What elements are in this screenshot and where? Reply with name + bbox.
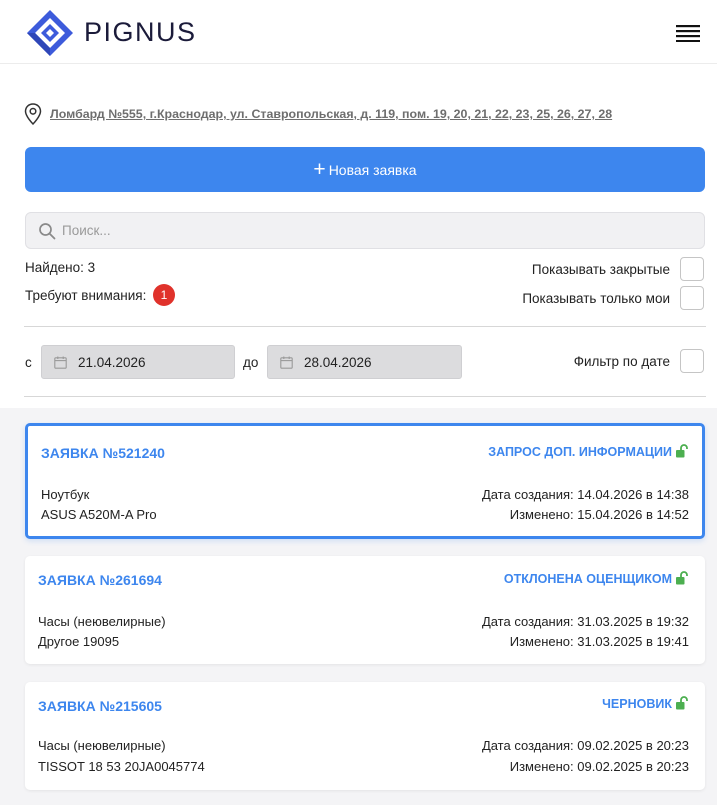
- request-category: Часы (неювелирные): [38, 614, 166, 629]
- attention-badge: 1: [153, 284, 175, 306]
- request-item: ASUS A520M-A Pro: [41, 507, 157, 522]
- search-input[interactable]: [62, 213, 682, 248]
- request-modified: Изменено: 15.04.2026 в 14:52: [509, 507, 689, 522]
- request-created: Дата создания: 31.03.2025 в 19:32: [481, 614, 689, 629]
- date-from-input[interactable]: 21.04.2026: [41, 345, 235, 379]
- show-closed-label: Показывать закрытые: [531, 262, 670, 277]
- request-created: Дата создания: 09.02.2025 в 20:23: [481, 738, 689, 753]
- date-filter-label: Фильтр по дате: [573, 354, 670, 369]
- map-pin-icon: [24, 103, 42, 125]
- pawnshop-address: Ломбард №555, г.Краснодар, ул. Ставропол…: [24, 103, 694, 127]
- plus-icon: +: [313, 158, 326, 181]
- request-card[interactable]: ЗАЯВКА №521240 ЗАПРОС ДОП. ИНФОРМАЦИИ Но…: [25, 423, 705, 539]
- request-status: ЧЕРНОВИК: [602, 696, 689, 711]
- request-card[interactable]: ЗАЯВКА №261694 ОТКЛОНЕНА ОЦЕНЩИКОМ Часы …: [25, 556, 705, 664]
- request-status: ОТКЛОНЕНА ОЦЕНЩИКОМ: [504, 571, 689, 586]
- request-item: TISSOT 18 53 20JA0045774: [38, 759, 205, 774]
- date-from-label: с: [25, 355, 32, 370]
- request-number: ЗАЯВКА №261694: [38, 572, 162, 588]
- brand-name: PIGNUS: [84, 17, 197, 47]
- calendar-icon: [54, 356, 67, 369]
- app-header: PIGNUS: [0, 0, 717, 64]
- search-icon: [39, 223, 56, 240]
- unlocked-padlock-icon: [676, 444, 688, 458]
- request-item: Другое 19095: [38, 634, 120, 649]
- request-modified: Изменено: 31.03.2025 в 19:41: [509, 634, 689, 649]
- diamond-logo-icon[interactable]: [26, 9, 74, 57]
- show-mine-checkbox[interactable]: [680, 286, 704, 310]
- request-card[interactable]: ЗАЯВКА №215605 ЧЕРНОВИК Часы (неювелирны…: [25, 682, 705, 790]
- request-number: ЗАЯВКА №521240: [41, 445, 165, 461]
- date-filter-checkbox[interactable]: [680, 349, 704, 373]
- request-created: Дата создания: 14.04.2026 в 14:38: [481, 487, 689, 502]
- show-mine-label: Показывать только мои: [522, 291, 670, 306]
- unlocked-padlock-icon: [676, 696, 688, 710]
- date-from-value: 21.04.2026: [78, 355, 146, 370]
- show-closed-checkbox[interactable]: [680, 257, 704, 281]
- status-text: ЗАПРОС ДОП. ИНФОРМАЦИИ: [488, 445, 672, 459]
- hamburger-menu-icon[interactable]: [676, 24, 700, 42]
- found-count: Найдено: 3: [25, 260, 96, 275]
- request-modified: Изменено: 09.02.2025 в 20:23: [509, 759, 689, 774]
- date-to-label: до: [243, 355, 259, 370]
- attention-label: Требуют внимания:: [25, 288, 147, 303]
- new-request-label: Новая заявка: [328, 161, 417, 178]
- request-status: ЗАПРОС ДОП. ИНФОРМАЦИИ: [488, 444, 689, 459]
- calendar-icon: [280, 356, 293, 369]
- new-request-button[interactable]: + Новая заявка: [25, 147, 705, 192]
- request-category: Часы (неювелирные): [38, 738, 166, 753]
- date-to-value: 28.04.2026: [304, 355, 372, 370]
- request-number: ЗАЯВКА №215605: [38, 698, 162, 714]
- date-to-input[interactable]: 28.04.2026: [267, 345, 462, 379]
- address-link[interactable]: Ломбард №555, г.Краснодар, ул. Ставропол…: [50, 107, 612, 121]
- unlocked-padlock-icon: [676, 571, 688, 585]
- request-category: Ноутбук: [41, 487, 90, 502]
- status-text: ЧЕРНОВИК: [602, 697, 672, 711]
- divider: [24, 396, 706, 397]
- search-box[interactable]: [25, 212, 705, 249]
- status-text: ОТКЛОНЕНА ОЦЕНЩИКОМ: [503, 572, 672, 586]
- divider: [24, 326, 706, 327]
